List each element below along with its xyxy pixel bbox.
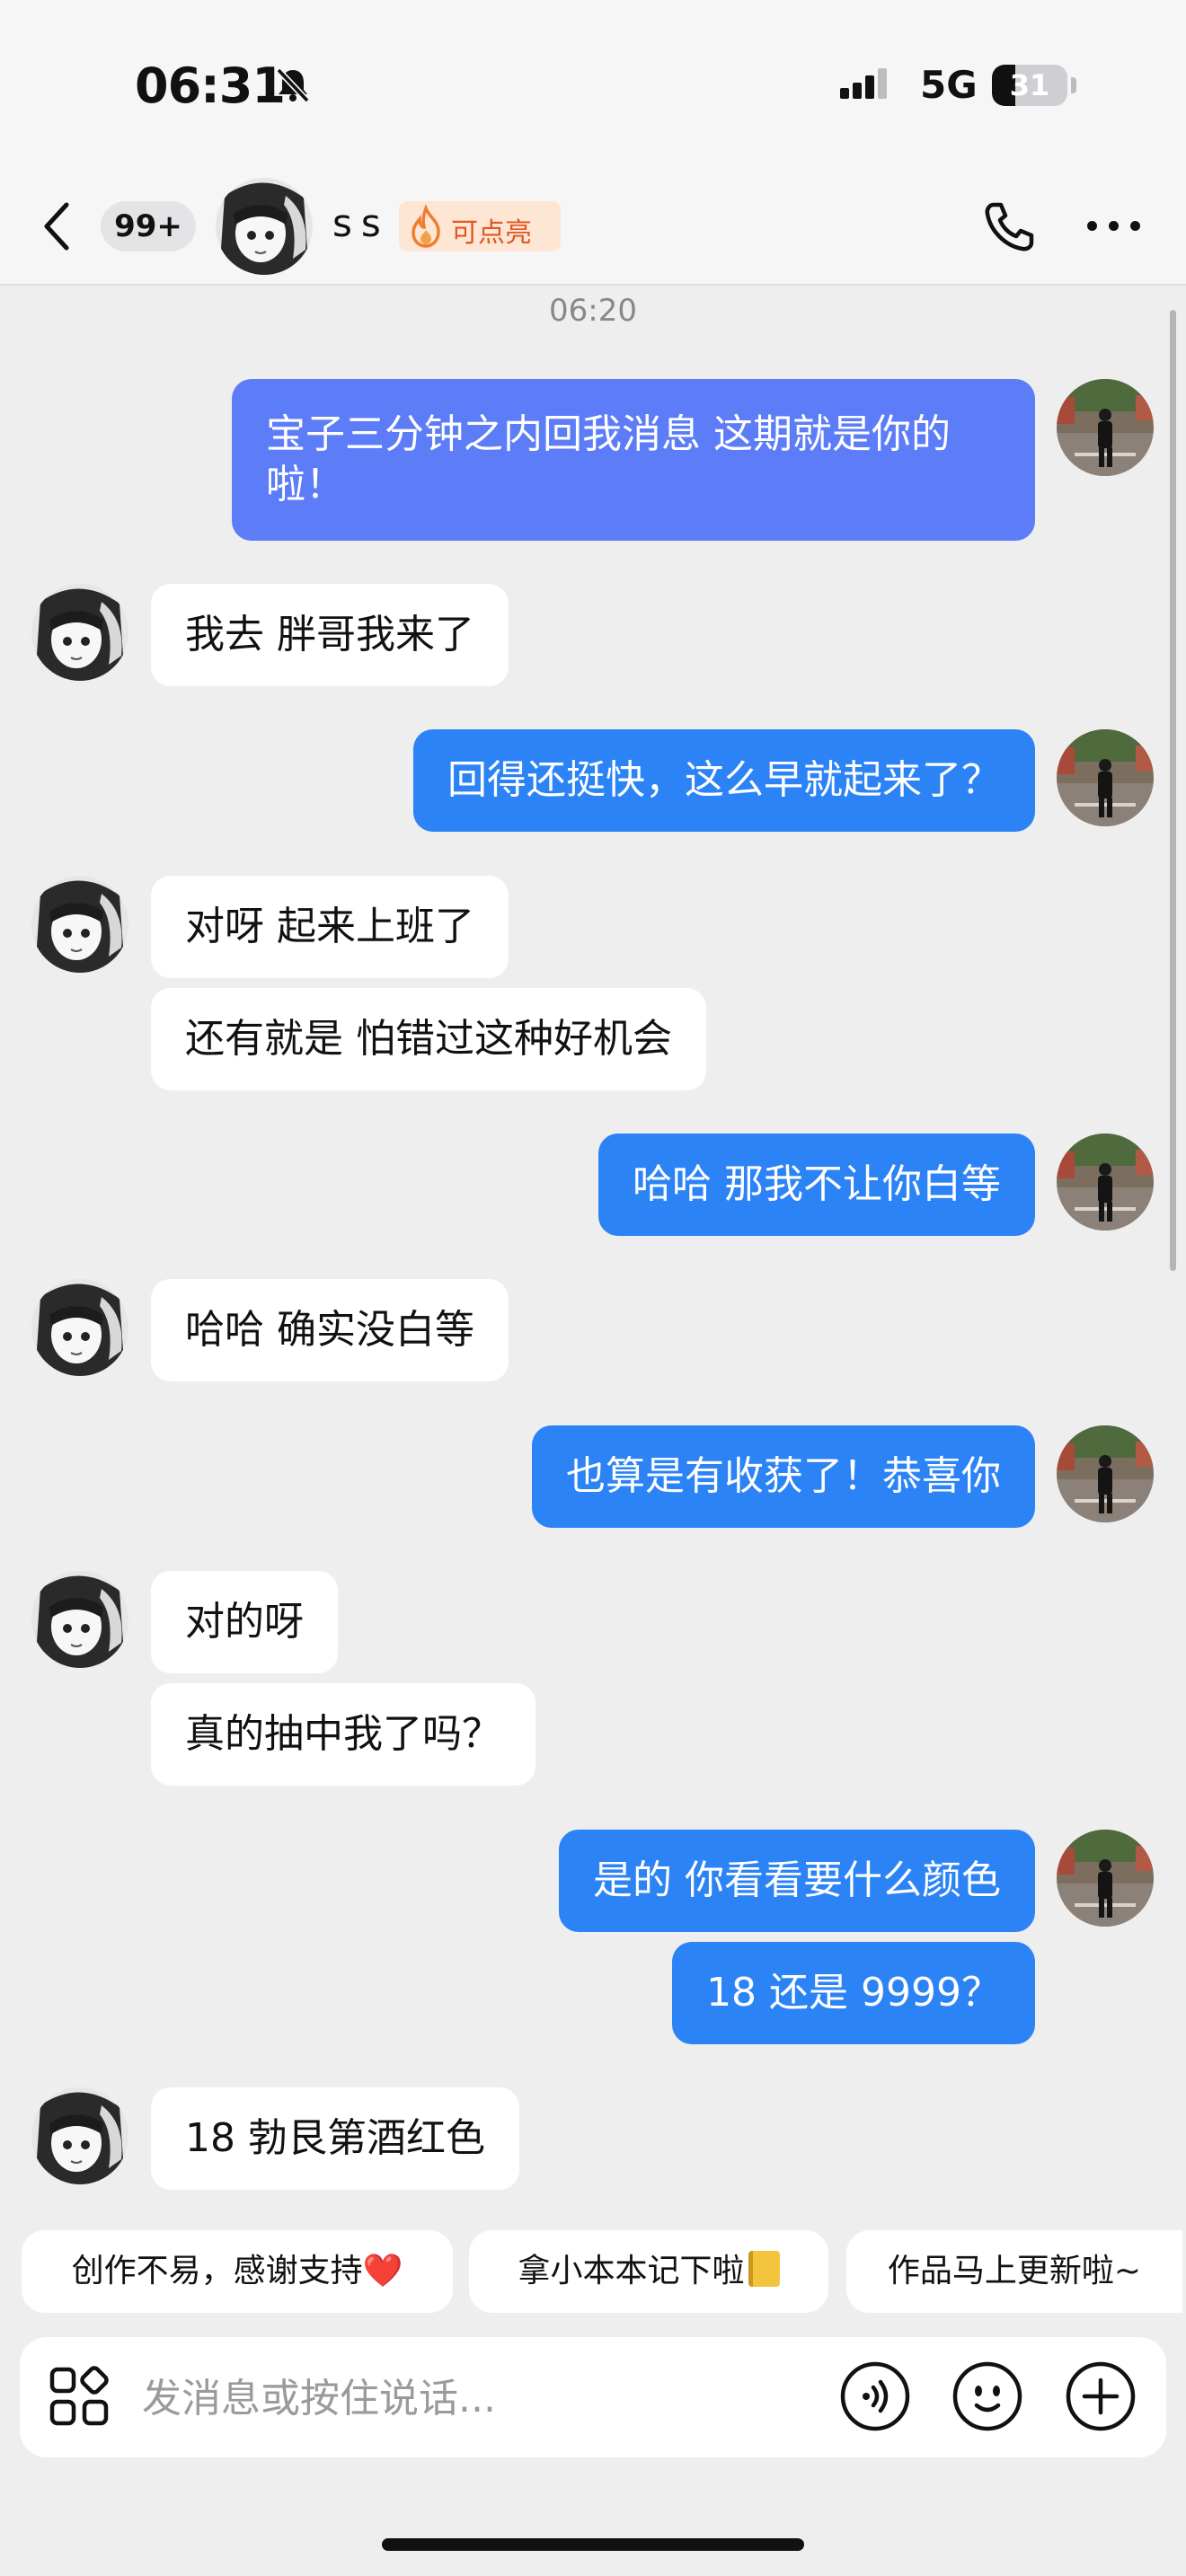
chevron-left-icon [44, 202, 69, 251]
apps-button[interactable] [49, 2366, 111, 2432]
my-avatar[interactable] [1057, 1425, 1154, 1522]
message-bubble-in[interactable]: 我去 胖哥我来了 [151, 584, 509, 686]
message-input-bar [20, 2337, 1166, 2457]
status-time: 06:31 [135, 57, 286, 114]
message-input[interactable] [140, 2364, 827, 2432]
message-bubble-in[interactable]: 对呀 起来上班了 [151, 876, 509, 978]
contact-avatar[interactable] [216, 178, 313, 275]
message-bubble-in[interactable]: 还有就是 怕错过这种好机会 [151, 988, 706, 1090]
message-timestamp: 06:20 [549, 293, 637, 329]
my-avatar[interactable] [1057, 1830, 1154, 1927]
my-avatar[interactable] [1057, 1134, 1154, 1231]
phone-icon [985, 202, 1034, 251]
quick-reply-label: 创作不易，感谢支持 [71, 2253, 363, 2289]
message-bubble-out[interactable]: 也算是有收获了！恭喜你 [532, 1425, 1035, 1528]
voice-icon [840, 2361, 910, 2431]
quick-reply-3[interactable]: 作品马上更新啦~ [846, 2230, 1182, 2313]
quick-reply-2[interactable]: 拿小本本记下啦 [469, 2230, 828, 2313]
phone-button[interactable] [979, 198, 1039, 260]
quick-reply-label: 拿小本本记下啦 [518, 2253, 745, 2289]
notebook-emoji-icon [748, 2251, 780, 2287]
battery-level: 31 [1009, 68, 1050, 102]
battery-tip [1071, 77, 1076, 93]
battery-icon: 31 [992, 65, 1067, 106]
mute-bell-icon [273, 65, 313, 108]
back-button[interactable] [38, 199, 77, 257]
more-button[interactable] [1087, 221, 1141, 232]
contact-avatar[interactable] [31, 876, 128, 973]
fire-badge[interactable]: 可点亮 [399, 201, 561, 251]
my-avatar[interactable] [1057, 379, 1154, 476]
message-bubble-out[interactable]: 18 还是 9999？ [672, 1942, 1035, 2044]
message-bubble-out[interactable]: 宝子三分钟之内回我消息 这期就是你的啦！ [232, 379, 1035, 541]
more-dot [1109, 221, 1119, 231]
contact-avatar[interactable] [31, 2087, 128, 2184]
emoji-button[interactable] [951, 2360, 1023, 2432]
status-bar: 06:31 5G 31 [0, 0, 1186, 171]
home-indicator [382, 2538, 804, 2551]
message-bubble-in[interactable]: 哈哈 确实没白等 [151, 1279, 509, 1381]
contact-avatar[interactable] [31, 584, 128, 681]
plus-circle-icon [1066, 2361, 1136, 2431]
message-bubble-in[interactable]: 对的呀 [151, 1571, 338, 1673]
apps-grid-icon [49, 2366, 109, 2426]
network-type: 5G [920, 63, 978, 107]
quick-reply-label: 作品马上更新啦~ [887, 2253, 1142, 2289]
scrollbar[interactable] [1170, 310, 1176, 1271]
message-bubble-out[interactable]: 哈哈 那我不让你白等 [598, 1134, 1035, 1236]
voice-button[interactable] [839, 2360, 911, 2432]
contact-avatar[interactable] [31, 1571, 128, 1668]
message-bubble-out[interactable]: 是的 你看看要什么颜色 [559, 1830, 1035, 1932]
message-bubble-in[interactable]: 真的抽中我了吗？ [151, 1683, 535, 1786]
more-dot [1130, 221, 1140, 231]
message-bubble-in[interactable]: 18 勃艮第酒红色 [151, 2087, 519, 2190]
contact-avatar[interactable] [31, 1279, 128, 1376]
fire-label: 可点亮 [451, 217, 532, 249]
emoji-icon [952, 2361, 1022, 2431]
contact-name[interactable]: ss [332, 201, 390, 245]
chat-header: 99+ ss 可点亮 [0, 171, 1186, 286]
more-icon [1087, 221, 1097, 231]
fire-icon [412, 205, 440, 248]
my-avatar[interactable] [1057, 729, 1154, 826]
message-bubble-out[interactable]: 回得还挺快，这么早就起来了？ [413, 729, 1035, 832]
unread-badge: 99+ [101, 201, 196, 251]
signal-icon [840, 68, 903, 108]
quick-reply-1[interactable]: 创作不易，感谢支持❤️ [22, 2230, 453, 2313]
add-button[interactable] [1065, 2360, 1137, 2432]
heart-emoji: ❤️ [362, 2253, 403, 2289]
